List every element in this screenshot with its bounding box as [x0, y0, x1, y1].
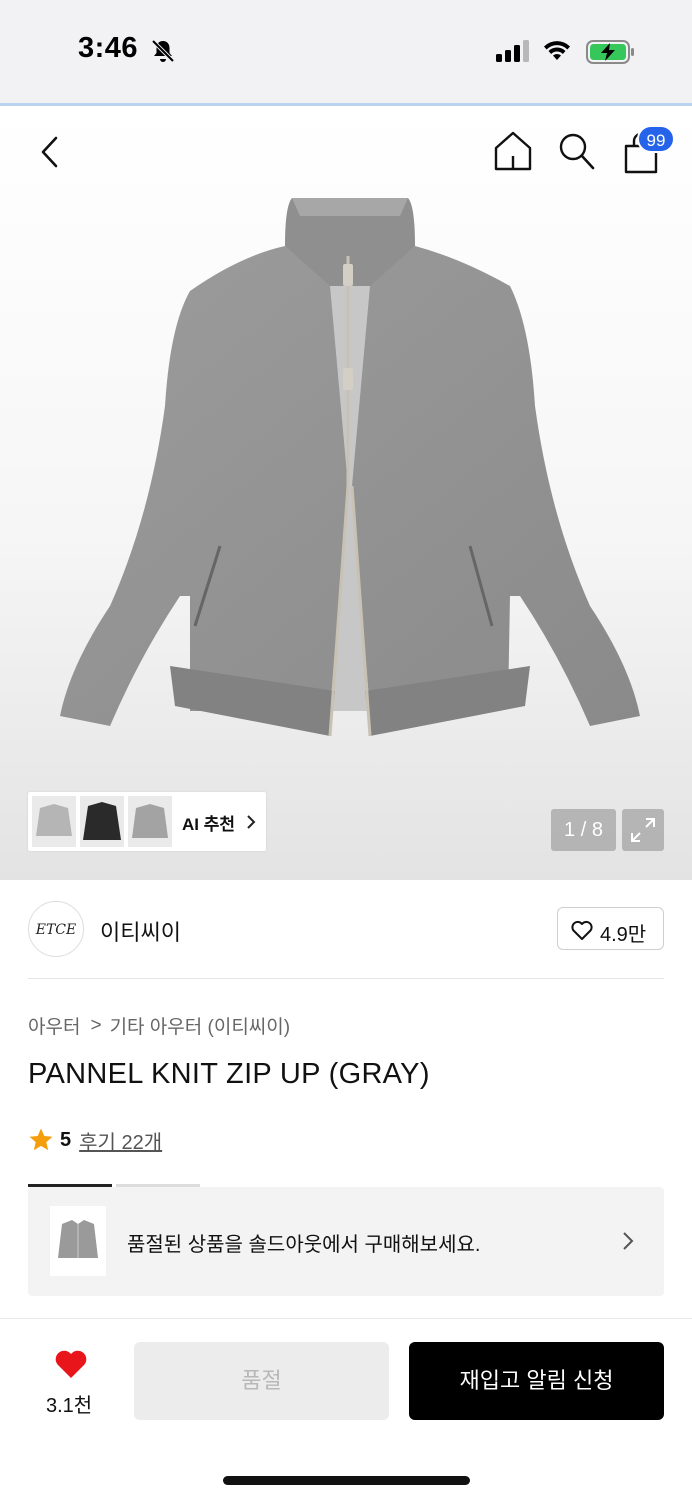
- recommend-thumb-3[interactable]: [128, 796, 172, 847]
- home-indicator[interactable]: [223, 1476, 470, 1485]
- breadcrumb: 아우터 > 기타 아우터 (이티씨이): [28, 1012, 290, 1039]
- heart-filled-icon[interactable]: [53, 1348, 89, 1380]
- soldout-button[interactable]: 품절: [134, 1342, 389, 1420]
- product-title: PANNEL KNIT ZIP UP (GRAY): [28, 1058, 430, 1090]
- brand-name[interactable]: 이티씨이: [100, 915, 181, 947]
- soldout-banner-text: 품절된 상품을 솔드아웃에서 구매해보세요.: [127, 1234, 481, 1256]
- status-bar: 3:46: [0, 0, 692, 104]
- battery-charging-icon: [586, 40, 634, 64]
- bell-slash-icon: [151, 39, 175, 63]
- search-icon[interactable]: [556, 130, 596, 172]
- recommend-thumb-1[interactable]: [32, 796, 76, 847]
- chevron-right-icon: [247, 815, 256, 829]
- rating-row: 5 후기 22개: [28, 1126, 162, 1154]
- brand-logo[interactable]: ETCE: [28, 901, 84, 957]
- wish-count: 3.1천: [46, 1395, 93, 1417]
- expand-icon: [631, 818, 655, 842]
- bottom-action-bar: 3.1천 품절 재입고 알림 신청: [0, 1318, 692, 1500]
- star-icon: [29, 1128, 53, 1151]
- status-time: 3:46: [78, 32, 139, 64]
- soldout-banner[interactable]: 품절된 상품을 솔드아웃에서 구매해보세요.: [28, 1187, 664, 1296]
- home-icon[interactable]: [492, 130, 534, 172]
- product-gallery[interactable]: 99 AI 추천 1 / 8: [0, 106, 692, 880]
- wifi-icon: [544, 41, 570, 60]
- soldout-thumb: [50, 1206, 106, 1276]
- recommend-thumb-2[interactable]: [80, 796, 124, 847]
- image-page-indicator: 1 / 8: [551, 809, 616, 851]
- brand-like-count: 4.9만: [600, 924, 647, 946]
- ai-recommend-label: AI 추천: [182, 815, 236, 834]
- product-image: [60, 198, 640, 737]
- chevron-right-icon: [623, 1232, 634, 1250]
- expand-button[interactable]: [622, 809, 664, 851]
- rating-score: 5: [60, 1128, 72, 1151]
- back-chevron-icon[interactable]: [32, 132, 68, 172]
- ai-recommend-panel[interactable]: AI 추천: [28, 792, 266, 851]
- breadcrumb-item-other-outer[interactable]: 기타 아우터 (이티씨이): [110, 1012, 291, 1039]
- breadcrumb-item-outer[interactable]: 아우터: [28, 1012, 80, 1039]
- review-count-link[interactable]: 후기 22개: [79, 1126, 162, 1155]
- restock-alert-button[interactable]: 재입고 알림 신청: [409, 1342, 664, 1420]
- brand-like-button[interactable]: 4.9만: [557, 907, 664, 950]
- cart-count-badge: 99: [637, 125, 675, 153]
- cellular-signal-icon: [496, 40, 529, 62]
- heart-outline-icon: [571, 920, 593, 940]
- divider: [28, 978, 664, 979]
- breadcrumb-separator: >: [90, 1014, 102, 1036]
